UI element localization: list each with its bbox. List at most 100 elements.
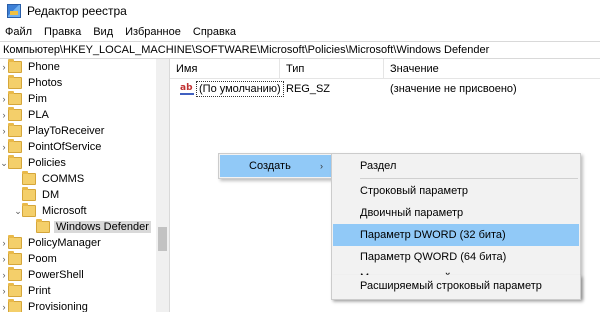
- submenu-item-dword[interactable]: Параметр DWORD (32 бита): [333, 224, 579, 246]
- folder-icon: [8, 91, 22, 105]
- menu-favorites[interactable]: Избранное: [119, 26, 187, 38]
- tree-item-label: Phone: [28, 61, 60, 73]
- registry-tree: › Phone Photos › Pim › PLA › PlayToRecei…: [0, 59, 170, 312]
- title-bar: Редактор реестра: [0, 0, 600, 22]
- tree-item-policies[interactable]: ⌄ Policies: [0, 155, 68, 171]
- expand-icon[interactable]: ›: [0, 107, 8, 123]
- tree-item-pointofservice[interactable]: › PointOfService: [0, 139, 103, 155]
- tree-item-comms[interactable]: COMMS: [14, 171, 86, 187]
- submenu-item-label: Строковый параметр: [360, 185, 469, 197]
- regedit-icon: [7, 4, 21, 18]
- expand-icon[interactable]: ›: [0, 251, 8, 267]
- expand-icon[interactable]: ›: [0, 139, 8, 155]
- submenu-item-binary[interactable]: Двоичный параметр: [333, 202, 579, 224]
- tree-item-label: Microsoft: [42, 205, 87, 217]
- expand-icon[interactable]: ›: [0, 91, 8, 107]
- tree-item-label: PointOfService: [28, 141, 102, 153]
- tree-item-label: Policies: [28, 157, 66, 169]
- menu-view[interactable]: Вид: [87, 26, 119, 38]
- tree-item-playtoreceiver[interactable]: › PlayToReceiver: [0, 123, 106, 139]
- submenu-item-expandable-string[interactable]: Расширяемый строковый параметр: [333, 275, 579, 297]
- tree-item-photos[interactable]: Photos: [0, 75, 64, 91]
- tree-item-label: COMMS: [42, 173, 85, 185]
- submenu-item-label: Двоичный параметр: [360, 207, 464, 219]
- submenu-item-string[interactable]: Строковый параметр: [333, 180, 579, 202]
- tree-item-label: PowerShell: [28, 269, 84, 281]
- folder-icon: [8, 267, 22, 281]
- folder-icon: [22, 171, 36, 185]
- submenu-item-key[interactable]: Раздел: [333, 155, 579, 177]
- submenu-item-label: Параметр DWORD (32 бита): [360, 229, 506, 241]
- expand-icon[interactable]: ›: [0, 283, 8, 299]
- submenu-item-label: Раздел: [360, 160, 397, 172]
- expand-icon[interactable]: ›: [0, 123, 8, 139]
- folder-icon: [8, 155, 22, 169]
- folder-icon: [22, 187, 36, 201]
- tree-item-windows-defender[interactable]: Windows Defender: [28, 219, 151, 235]
- value-name: (По умолчанию): [196, 81, 284, 97]
- folder-icon: [8, 251, 22, 265]
- value-type: REG_SZ: [286, 83, 331, 95]
- collapse-icon[interactable]: ⌄: [14, 203, 22, 219]
- scrollbar-thumb[interactable]: [158, 227, 167, 251]
- tree-item-label: Windows Defender: [54, 221, 151, 233]
- tree-item-label: Provisioning: [28, 301, 88, 312]
- expand-icon[interactable]: ›: [0, 59, 8, 75]
- tree-item-label: DM: [42, 189, 60, 201]
- chevron-right-icon: ›: [320, 161, 323, 171]
- submenu-item-label: Расширяемый строковый параметр: [360, 280, 542, 292]
- value-name-cell: ab (По умолчанию): [180, 80, 284, 98]
- folder-icon: [36, 219, 50, 233]
- expand-icon: [14, 171, 22, 187]
- folder-icon: [8, 235, 22, 249]
- menu-item-create[interactable]: Создать ›: [220, 155, 331, 177]
- menu-file[interactable]: Файл: [0, 26, 38, 38]
- tree-item-label: PlayToReceiver: [28, 125, 105, 137]
- folder-icon: [8, 299, 22, 312]
- folder-icon: [8, 123, 22, 137]
- value-data: (значение не присвоено): [390, 83, 517, 95]
- expand-icon[interactable]: ›: [0, 299, 8, 312]
- tree-item-label: Print: [28, 285, 51, 297]
- menu-separator: [360, 178, 578, 179]
- tree-item-pim[interactable]: › Pim: [0, 91, 49, 107]
- menu-edit[interactable]: Правка: [38, 26, 87, 38]
- tree-item-label: Pim: [28, 93, 47, 105]
- column-type[interactable]: Тип: [280, 59, 384, 78]
- tree-item-phone[interactable]: › Phone: [0, 59, 62, 75]
- column-value[interactable]: Значение: [384, 59, 600, 78]
- tree-item-label: PolicyManager: [28, 237, 101, 249]
- folder-icon: [22, 203, 36, 217]
- tree-item-pla[interactable]: › PLA: [0, 107, 51, 123]
- tree-item-poom[interactable]: › Poom: [0, 251, 59, 267]
- menu-help[interactable]: Справка: [187, 26, 242, 38]
- table-row[interactable]: ab (По умолчанию) REG_SZ (значение не пр…: [170, 80, 600, 98]
- folder-icon: [8, 107, 22, 121]
- tree-item-provisioning[interactable]: › Provisioning: [0, 299, 90, 312]
- tree-item-label: Poom: [28, 253, 57, 265]
- folder-icon: [8, 283, 22, 297]
- folder-icon: [8, 75, 22, 89]
- expand-icon[interactable]: ›: [0, 267, 8, 283]
- menu-bar: Файл Правка Вид Избранное Справка: [0, 22, 600, 41]
- submenu-bottom: Расширяемый строковый параметр: [331, 275, 581, 300]
- tree-item-powershell[interactable]: › PowerShell: [0, 267, 86, 283]
- tree-item-label: Photos: [28, 77, 63, 89]
- menu-item-label: Создать: [249, 160, 291, 172]
- column-name[interactable]: Имя: [170, 59, 280, 78]
- address-bar[interactable]: Компьютер\HKEY_LOCAL_MACHINE\SOFTWARE\Mi…: [0, 41, 600, 59]
- context-menu: Создать ›: [218, 153, 333, 179]
- submenu-item-label: Параметр QWORD (64 бита): [360, 251, 507, 263]
- expand-icon: [14, 187, 22, 203]
- tree-item-print[interactable]: › Print: [0, 283, 53, 299]
- tree-scrollbar[interactable]: [156, 59, 169, 312]
- tree-item-label: PLA: [28, 109, 49, 121]
- submenu-item-qword[interactable]: Параметр QWORD (64 бита): [333, 246, 579, 268]
- folder-icon: [8, 139, 22, 153]
- expand-icon[interactable]: ›: [0, 235, 8, 251]
- collapse-icon[interactable]: ⌄: [0, 155, 8, 171]
- tree-item-policymanager[interactable]: › PolicyManager: [0, 235, 103, 251]
- tree-item-dm[interactable]: DM: [14, 187, 61, 203]
- tree-item-microsoft[interactable]: ⌄ Microsoft: [14, 203, 89, 219]
- window-title: Редактор реестра: [27, 4, 127, 18]
